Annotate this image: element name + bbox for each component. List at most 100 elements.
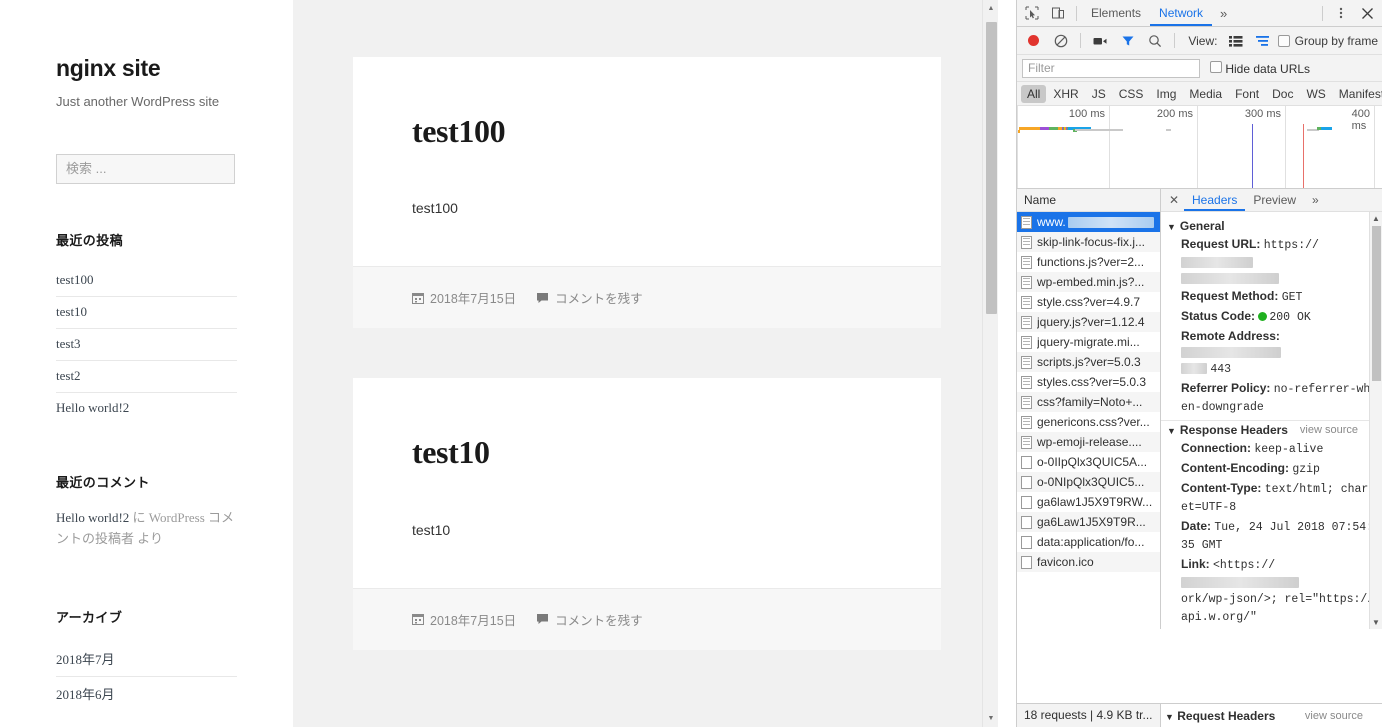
widget-recent-posts: 最近の投稿 test100 test10 test3 test2 Hello w… <box>56 230 237 424</box>
record-button[interactable] <box>1021 28 1046 54</box>
clear-button[interactable] <box>1048 28 1073 54</box>
table-row[interactable]: css?family=Noto+... <box>1017 392 1160 412</box>
list-item[interactable]: test10 <box>56 297 237 329</box>
tab-preview[interactable]: Preview <box>1245 189 1304 211</box>
scroll-down-icon[interactable]: ▼ <box>1370 616 1382 629</box>
filter-icon[interactable] <box>1115 28 1140 54</box>
header-value: <https:// <box>1213 559 1275 572</box>
type-filter-ws[interactable]: WS <box>1300 85 1331 103</box>
list-item[interactable]: test2 <box>56 361 237 393</box>
search-icon[interactable] <box>1142 28 1167 54</box>
scrollbar-thumb[interactable] <box>986 22 997 314</box>
scroll-up-icon[interactable]: ▲ <box>1370 212 1382 225</box>
page-scrollbar[interactable]: ▲ ▼ <box>982 0 998 727</box>
filter-input[interactable] <box>1022 59 1200 78</box>
scroll-down-icon[interactable]: ▼ <box>983 710 998 727</box>
recent-post-link[interactable]: test2 <box>56 361 237 392</box>
table-row[interactable]: wp-emoji-release.... <box>1017 432 1160 452</box>
table-row[interactable]: skip-link-focus-fix.j... <box>1017 232 1160 252</box>
type-filter-manifest[interactable]: Manifest <box>1333 85 1382 103</box>
view-source-link[interactable]: view source <box>1300 424 1358 436</box>
request-name: style.css?ver=4.9.7 <box>1037 295 1140 309</box>
device-toolbar-icon[interactable] <box>1045 0 1071 26</box>
section-response-headers[interactable]: ▼Response Headers view source <box>1161 420 1382 439</box>
table-row[interactable]: www. <box>1017 212 1160 232</box>
waterfall-view-icon[interactable] <box>1251 28 1276 54</box>
table-row[interactable]: o-0IIpQlx3QUIC5A... <box>1017 452 1160 472</box>
recent-post-link[interactable]: Hello world!2 <box>56 393 237 424</box>
close-detail-icon[interactable]: ✕ <box>1164 193 1184 207</box>
post-title[interactable]: test100 <box>412 112 882 150</box>
section-request-headers[interactable]: ▼ Request Headers view source <box>1161 704 1382 727</box>
hide-data-urls-checkbox[interactable] <box>1210 61 1222 73</box>
type-filter-all[interactable]: All <box>1021 85 1046 103</box>
post-footer: 2018年7月15日 コメントを残す <box>353 588 941 650</box>
table-row[interactable]: styles.css?ver=5.0.3 <box>1017 372 1160 392</box>
header-value: 443 <box>1210 363 1231 376</box>
group-by-frame-checkbox[interactable] <box>1278 35 1290 47</box>
list-item[interactable]: 2018年7月 <box>56 642 237 677</box>
table-row[interactable]: functions.js?ver=2... <box>1017 252 1160 272</box>
recent-post-link[interactable]: test10 <box>56 297 237 328</box>
header-request-url: Request URL: https:// <box>1161 235 1382 287</box>
close-icon[interactable] <box>1354 0 1380 26</box>
comment-post-link[interactable]: Hello world!2 <box>56 510 129 525</box>
post-comment-link[interactable]: コメントを残す <box>536 288 643 307</box>
list-view-icon[interactable] <box>1223 28 1248 54</box>
overview-tick: 400 ms <box>1352 108 1374 132</box>
post-comment-link[interactable]: コメントを残す <box>536 610 643 629</box>
detail-scrollbar[interactable]: ▲ ▼ <box>1369 212 1382 629</box>
table-row[interactable]: jquery.js?ver=1.12.4 <box>1017 312 1160 332</box>
inspect-element-icon[interactable] <box>1019 0 1045 26</box>
archive-link[interactable]: 2018年7月 <box>56 642 237 676</box>
scroll-up-icon[interactable]: ▲ <box>983 0 998 17</box>
table-row[interactable]: genericons.css?ver... <box>1017 412 1160 432</box>
section-general[interactable]: ▼General <box>1161 217 1382 235</box>
column-header-name[interactable]: Name <box>1017 189 1160 212</box>
table-row[interactable]: ga6Law1J5X9T9R... <box>1017 512 1160 532</box>
table-row[interactable]: ga6law1J5X9T9RW... <box>1017 492 1160 512</box>
divider <box>1174 33 1175 48</box>
more-options-icon[interactable] <box>1328 0 1354 26</box>
list-item[interactable]: test100 <box>56 265 237 297</box>
list-item[interactable]: Hello world!2 <box>56 393 237 424</box>
type-filter-xhr[interactable]: XHR <box>1047 85 1084 103</box>
tab-headers[interactable]: Headers <box>1184 189 1245 211</box>
request-name: styles.css?ver=5.0.3 <box>1037 375 1146 389</box>
network-overview-timeline[interactable]: 100 ms 200 ms 300 ms 400 ms <box>1017 106 1382 189</box>
divider <box>1080 33 1081 48</box>
request-name: ga6law1J5X9T9RW... <box>1037 495 1152 509</box>
type-filter-font[interactable]: Font <box>1229 85 1265 103</box>
hide-data-urls-control[interactable]: Hide data URLs <box>1210 61 1310 76</box>
redacted-value <box>1181 347 1281 358</box>
type-filter-css[interactable]: CSS <box>1113 85 1150 103</box>
table-row[interactable]: data:application/fo... <box>1017 532 1160 552</box>
type-filter-img[interactable]: Img <box>1150 85 1182 103</box>
list-item[interactable]: test3 <box>56 329 237 361</box>
more-tabs-icon[interactable]: » <box>1212 6 1235 21</box>
request-detail-pane: ✕ Headers Preview » ▼General Request URL… <box>1161 189 1382 629</box>
table-row[interactable]: wp-embed.min.js?... <box>1017 272 1160 292</box>
recent-post-link[interactable]: test3 <box>56 329 237 360</box>
table-row[interactable]: scripts.js?ver=5.0.3 <box>1017 352 1160 372</box>
recent-post-link[interactable]: test100 <box>56 265 237 296</box>
type-filter-js[interactable]: JS <box>1086 85 1112 103</box>
more-detail-tabs-icon[interactable]: » <box>1304 189 1327 211</box>
post-title[interactable]: test10 <box>412 433 882 471</box>
list-item[interactable]: 2018年6月 <box>56 677 237 711</box>
view-source-link[interactable]: view source <box>1305 710 1363 722</box>
tab-network[interactable]: Network <box>1150 0 1212 26</box>
document-icon <box>1021 416 1032 429</box>
archive-link[interactable]: 2018年6月 <box>56 677 237 711</box>
table-row[interactable]: jquery-migrate.mi... <box>1017 332 1160 352</box>
table-row[interactable]: style.css?ver=4.9.7 <box>1017 292 1160 312</box>
group-by-frame-control[interactable]: Group by frame <box>1278 34 1378 48</box>
type-filter-media[interactable]: Media <box>1183 85 1228 103</box>
scrollbar-thumb[interactable] <box>1372 226 1381 381</box>
table-row[interactable]: o-0NIpQlx3QUIC5... <box>1017 472 1160 492</box>
type-filter-doc[interactable]: Doc <box>1266 85 1299 103</box>
search-input[interactable] <box>56 154 235 184</box>
capture-screenshots-icon[interactable] <box>1088 28 1113 54</box>
tab-elements[interactable]: Elements <box>1082 0 1150 26</box>
table-row[interactable]: favicon.ico <box>1017 552 1160 572</box>
